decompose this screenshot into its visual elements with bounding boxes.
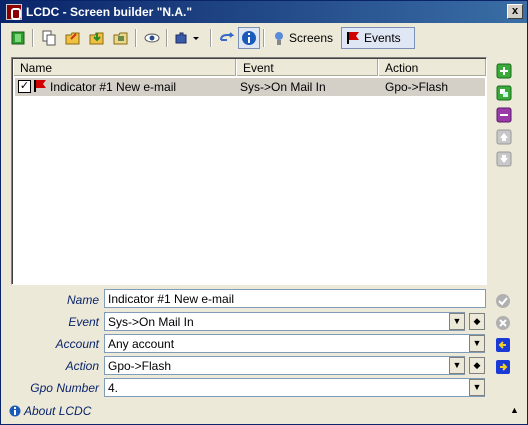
gpo-number-label: Gpo Number [30, 381, 99, 395]
events-list[interactable]: Name Event Action ✓ Indicator #1 New e-m… [11, 57, 487, 285]
copy-button[interactable] [38, 27, 60, 49]
about-link[interactable]: About LCDC [9, 404, 91, 418]
screens-label: Screens [289, 31, 334, 45]
screen-builder-window: LCDC - Screen builder "N.A." x Screens E… [0, 0, 528, 425]
plugin-dropdown-button[interactable] [172, 27, 204, 49]
about-info-icon [9, 405, 21, 417]
list-header: Name Event Action [13, 59, 486, 76]
event-flag-icon [34, 80, 46, 92]
link-button[interactable] [216, 27, 238, 49]
close-button[interactable]: x [507, 4, 523, 19]
name-field[interactable]: Indicator #1 New e-mail [104, 289, 486, 308]
green-screen-button[interactable] [7, 27, 29, 49]
add-icon[interactable] [496, 63, 512, 79]
title-bar[interactable]: LCDC - Screen builder "N.A." x [1, 1, 527, 23]
cancel-icon[interactable] [495, 315, 511, 331]
row-checkbox[interactable]: ✓ [18, 80, 31, 93]
event-options-button[interactable]: ◆ [469, 313, 485, 330]
export-button[interactable] [110, 27, 132, 49]
toolbar-separator [263, 29, 265, 47]
previous-icon[interactable] [495, 337, 511, 353]
account-label: Account [55, 337, 99, 351]
puzzle-icon [175, 32, 199, 44]
remove-icon[interactable] [496, 107, 512, 123]
eye-icon [144, 33, 160, 43]
column-header-action[interactable]: Action [378, 59, 486, 76]
apply-icon[interactable] [495, 293, 511, 309]
action-label: Action [65, 359, 99, 373]
account-select[interactable]: Any account [104, 334, 485, 353]
save-button[interactable] [86, 27, 108, 49]
row-event: Sys->On Mail In [240, 80, 326, 94]
next-icon[interactable] [495, 359, 511, 375]
screens-button[interactable]: Screens [269, 27, 337, 49]
resize-grip-icon[interactable]: ▲ [510, 405, 519, 415]
export-folder-icon [113, 32, 128, 45]
name-label: Name [66, 293, 99, 307]
screens-icon [275, 32, 283, 45]
toolbar-separator [135, 29, 137, 47]
events-flag-icon [347, 32, 359, 44]
column-header-name[interactable]: Name [13, 59, 236, 76]
action-dropdown-arrow[interactable]: ▼ [449, 357, 465, 374]
window-title: LCDC - Screen builder "N.A." [26, 5, 193, 19]
toolbar-separator [166, 29, 168, 47]
gpo-number-select[interactable]: 4. [104, 378, 485, 397]
about-label: About LCDC [24, 404, 92, 418]
events-button[interactable]: Events [341, 27, 415, 49]
action-options-button[interactable]: ◆ [469, 357, 485, 374]
event-dropdown-arrow[interactable]: ▼ [449, 313, 465, 330]
link-icon [220, 32, 235, 41]
move-down-icon[interactable] [496, 151, 512, 167]
open-button[interactable] [62, 27, 84, 49]
gpo-dropdown-arrow[interactable]: ▼ [469, 379, 485, 396]
move-up-icon[interactable] [496, 129, 512, 145]
app-icon [6, 4, 22, 20]
column-header-event[interactable]: Event [236, 59, 378, 76]
green-screen-icon [11, 31, 25, 45]
save-folder-icon [89, 32, 104, 45]
copy-icon [42, 30, 56, 46]
info-icon [242, 31, 256, 45]
list-item[interactable]: ✓ Indicator #1 New e-mail Sys->On Mail I… [15, 78, 485, 96]
preview-button[interactable] [141, 27, 163, 49]
account-dropdown-arrow[interactable]: ▼ [469, 335, 485, 352]
event-select[interactable]: Sys->On Mail In [104, 312, 465, 331]
row-name: Indicator #1 New e-mail [50, 80, 177, 94]
open-folder-icon [65, 32, 80, 45]
info-button[interactable] [238, 27, 260, 49]
action-select[interactable]: Gpo->Flash [104, 356, 465, 375]
events-label: Events [364, 31, 401, 45]
row-action: Gpo->Flash [385, 80, 449, 94]
toolbar-separator [32, 29, 34, 47]
toolbar-separator [210, 29, 212, 47]
duplicate-icon[interactable] [496, 85, 512, 101]
event-label: Event [68, 315, 99, 329]
toolbar: Screens Events [5, 26, 525, 52]
